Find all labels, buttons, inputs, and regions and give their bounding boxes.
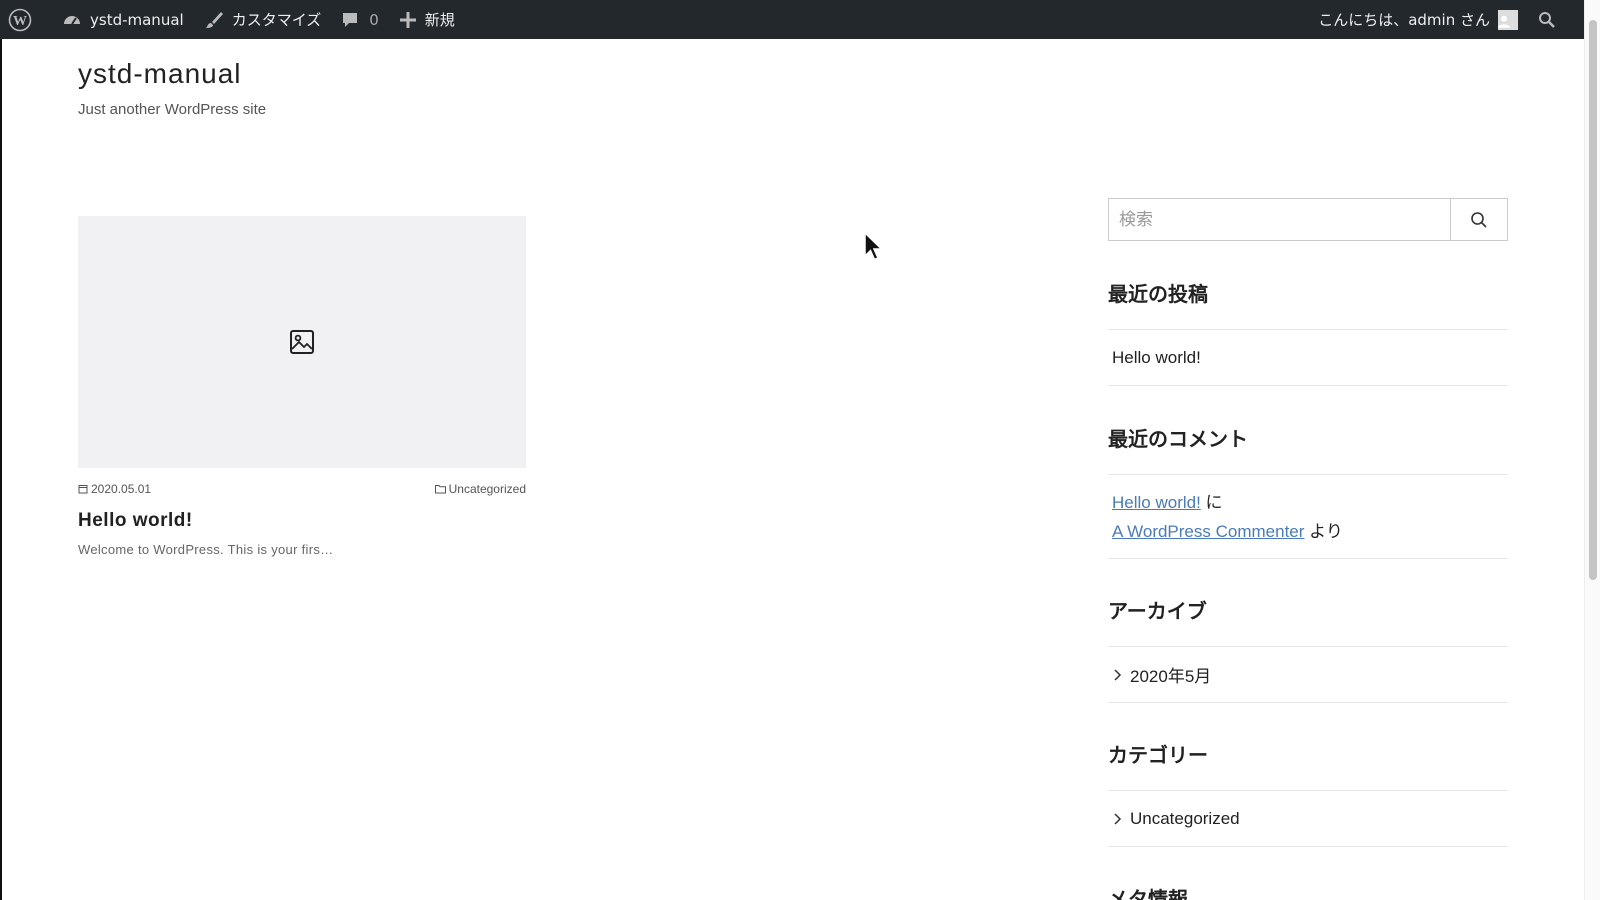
- comment-on-text: に: [1205, 492, 1223, 512]
- mouse-cursor-icon: [864, 232, 884, 261]
- greeting-text: こんにちは、admin さん: [1318, 11, 1490, 29]
- recent-comments-list: Hello world! に A WordPress Commenter より: [1108, 474, 1508, 559]
- search-icon: [1539, 11, 1555, 28]
- search-icon: [1471, 211, 1487, 228]
- archives-title: アーカイブ: [1108, 599, 1207, 623]
- image-icon: [290, 330, 314, 354]
- new-content-label: 新規: [424, 11, 455, 29]
- archive-item[interactable]: 2020年5月: [1108, 647, 1508, 703]
- category-item-label: Uncategorized: [1130, 808, 1240, 828]
- category-item[interactable]: Uncategorized: [1108, 791, 1508, 847]
- admin-bar: W ystd-manual カスタマイズ 0 新規 こんにちは、admin さん: [0, 0, 1600, 39]
- post-category-text: Uncategorized: [448, 482, 526, 496]
- my-account-menu[interactable]: こんにちは、admin さん: [1308, 0, 1528, 39]
- categories-title: カテゴリー: [1108, 743, 1208, 767]
- comment-bubble-icon: [343, 12, 358, 27]
- comment-line-2: A WordPress Commenter より: [1112, 517, 1343, 546]
- post-date: 2020.05.01: [78, 482, 151, 496]
- calendar-icon: [78, 485, 88, 494]
- post-category[interactable]: Uncategorized: [434, 482, 526, 496]
- wordpress-logo-button[interactable]: W: [0, 0, 52, 39]
- folder-icon: [434, 485, 446, 494]
- recent-posts-title: 最近の投稿: [1108, 282, 1208, 306]
- search-form: [1108, 198, 1508, 241]
- comments-button[interactable]: 0: [331, 0, 389, 39]
- recent-comments-title: 最近のコメント: [1108, 427, 1248, 451]
- avatar-silhouette-icon: [1498, 15, 1510, 28]
- comment-from-text: より: [1309, 521, 1343, 541]
- categories-list: Uncategorized: [1108, 790, 1508, 847]
- archive-item-label: 2020年5月: [1130, 667, 1212, 686]
- recent-comment-item: Hello world! に A WordPress Commenter より: [1108, 475, 1508, 559]
- comment-line-1: Hello world! に: [1112, 488, 1223, 517]
- plus-icon: [399, 11, 416, 28]
- customize-label: カスタマイズ: [231, 11, 322, 29]
- comment-post-link[interactable]: Hello world!: [1112, 493, 1201, 512]
- post-thumbnail-placeholder[interactable]: [78, 216, 526, 468]
- recent-post-item[interactable]: Hello world!: [1108, 330, 1508, 386]
- post-date-text: 2020.05.01: [91, 482, 152, 496]
- archives-list: 2020年5月: [1108, 646, 1508, 703]
- comment-author-link[interactable]: A WordPress Commenter: [1112, 522, 1304, 541]
- search-submit-button[interactable]: [1450, 199, 1507, 240]
- window-edge: [0, 39, 2, 900]
- comments-count: 0: [369, 10, 379, 29]
- wordpress-logo-icon: W: [8, 8, 32, 31]
- paintbrush-icon: [205, 11, 223, 28]
- post-card: 2020.05.01 Uncategorized Hello world! We…: [78, 216, 526, 557]
- site-description: Just another WordPress site: [78, 101, 267, 118]
- dashboard-icon: [64, 15, 80, 25]
- chevron-right-icon: [1114, 668, 1122, 681]
- recent-posts-list: Hello world!: [1108, 329, 1508, 386]
- site-name-menu[interactable]: ystd-manual: [52, 0, 194, 39]
- new-content-button[interactable]: 新規: [389, 0, 465, 39]
- site-name-label: ystd-manual: [90, 10, 184, 29]
- post-meta: 2020.05.01 Uncategorized: [78, 482, 526, 496]
- avatar: [1498, 9, 1518, 30]
- sidebar: 最近の投稿 Hello world! 最近のコメント Hello world! …: [1108, 198, 1508, 900]
- post-excerpt: Welcome to WordPress. This is your firs…: [78, 542, 334, 557]
- svg-text:W: W: [13, 14, 27, 29]
- chevron-right-icon: [1114, 812, 1122, 825]
- meta-title: メタ情報: [1108, 887, 1188, 900]
- post-title-link[interactable]: Hello world!: [78, 510, 526, 532]
- page-scrollbar[interactable]: [1584, 0, 1600, 900]
- site-title-link[interactable]: ystd-manual: [78, 58, 242, 90]
- customize-button[interactable]: カスタマイズ: [194, 0, 332, 39]
- search-input[interactable]: [1109, 199, 1450, 240]
- scrollbar-thumb[interactable]: [1589, 20, 1597, 580]
